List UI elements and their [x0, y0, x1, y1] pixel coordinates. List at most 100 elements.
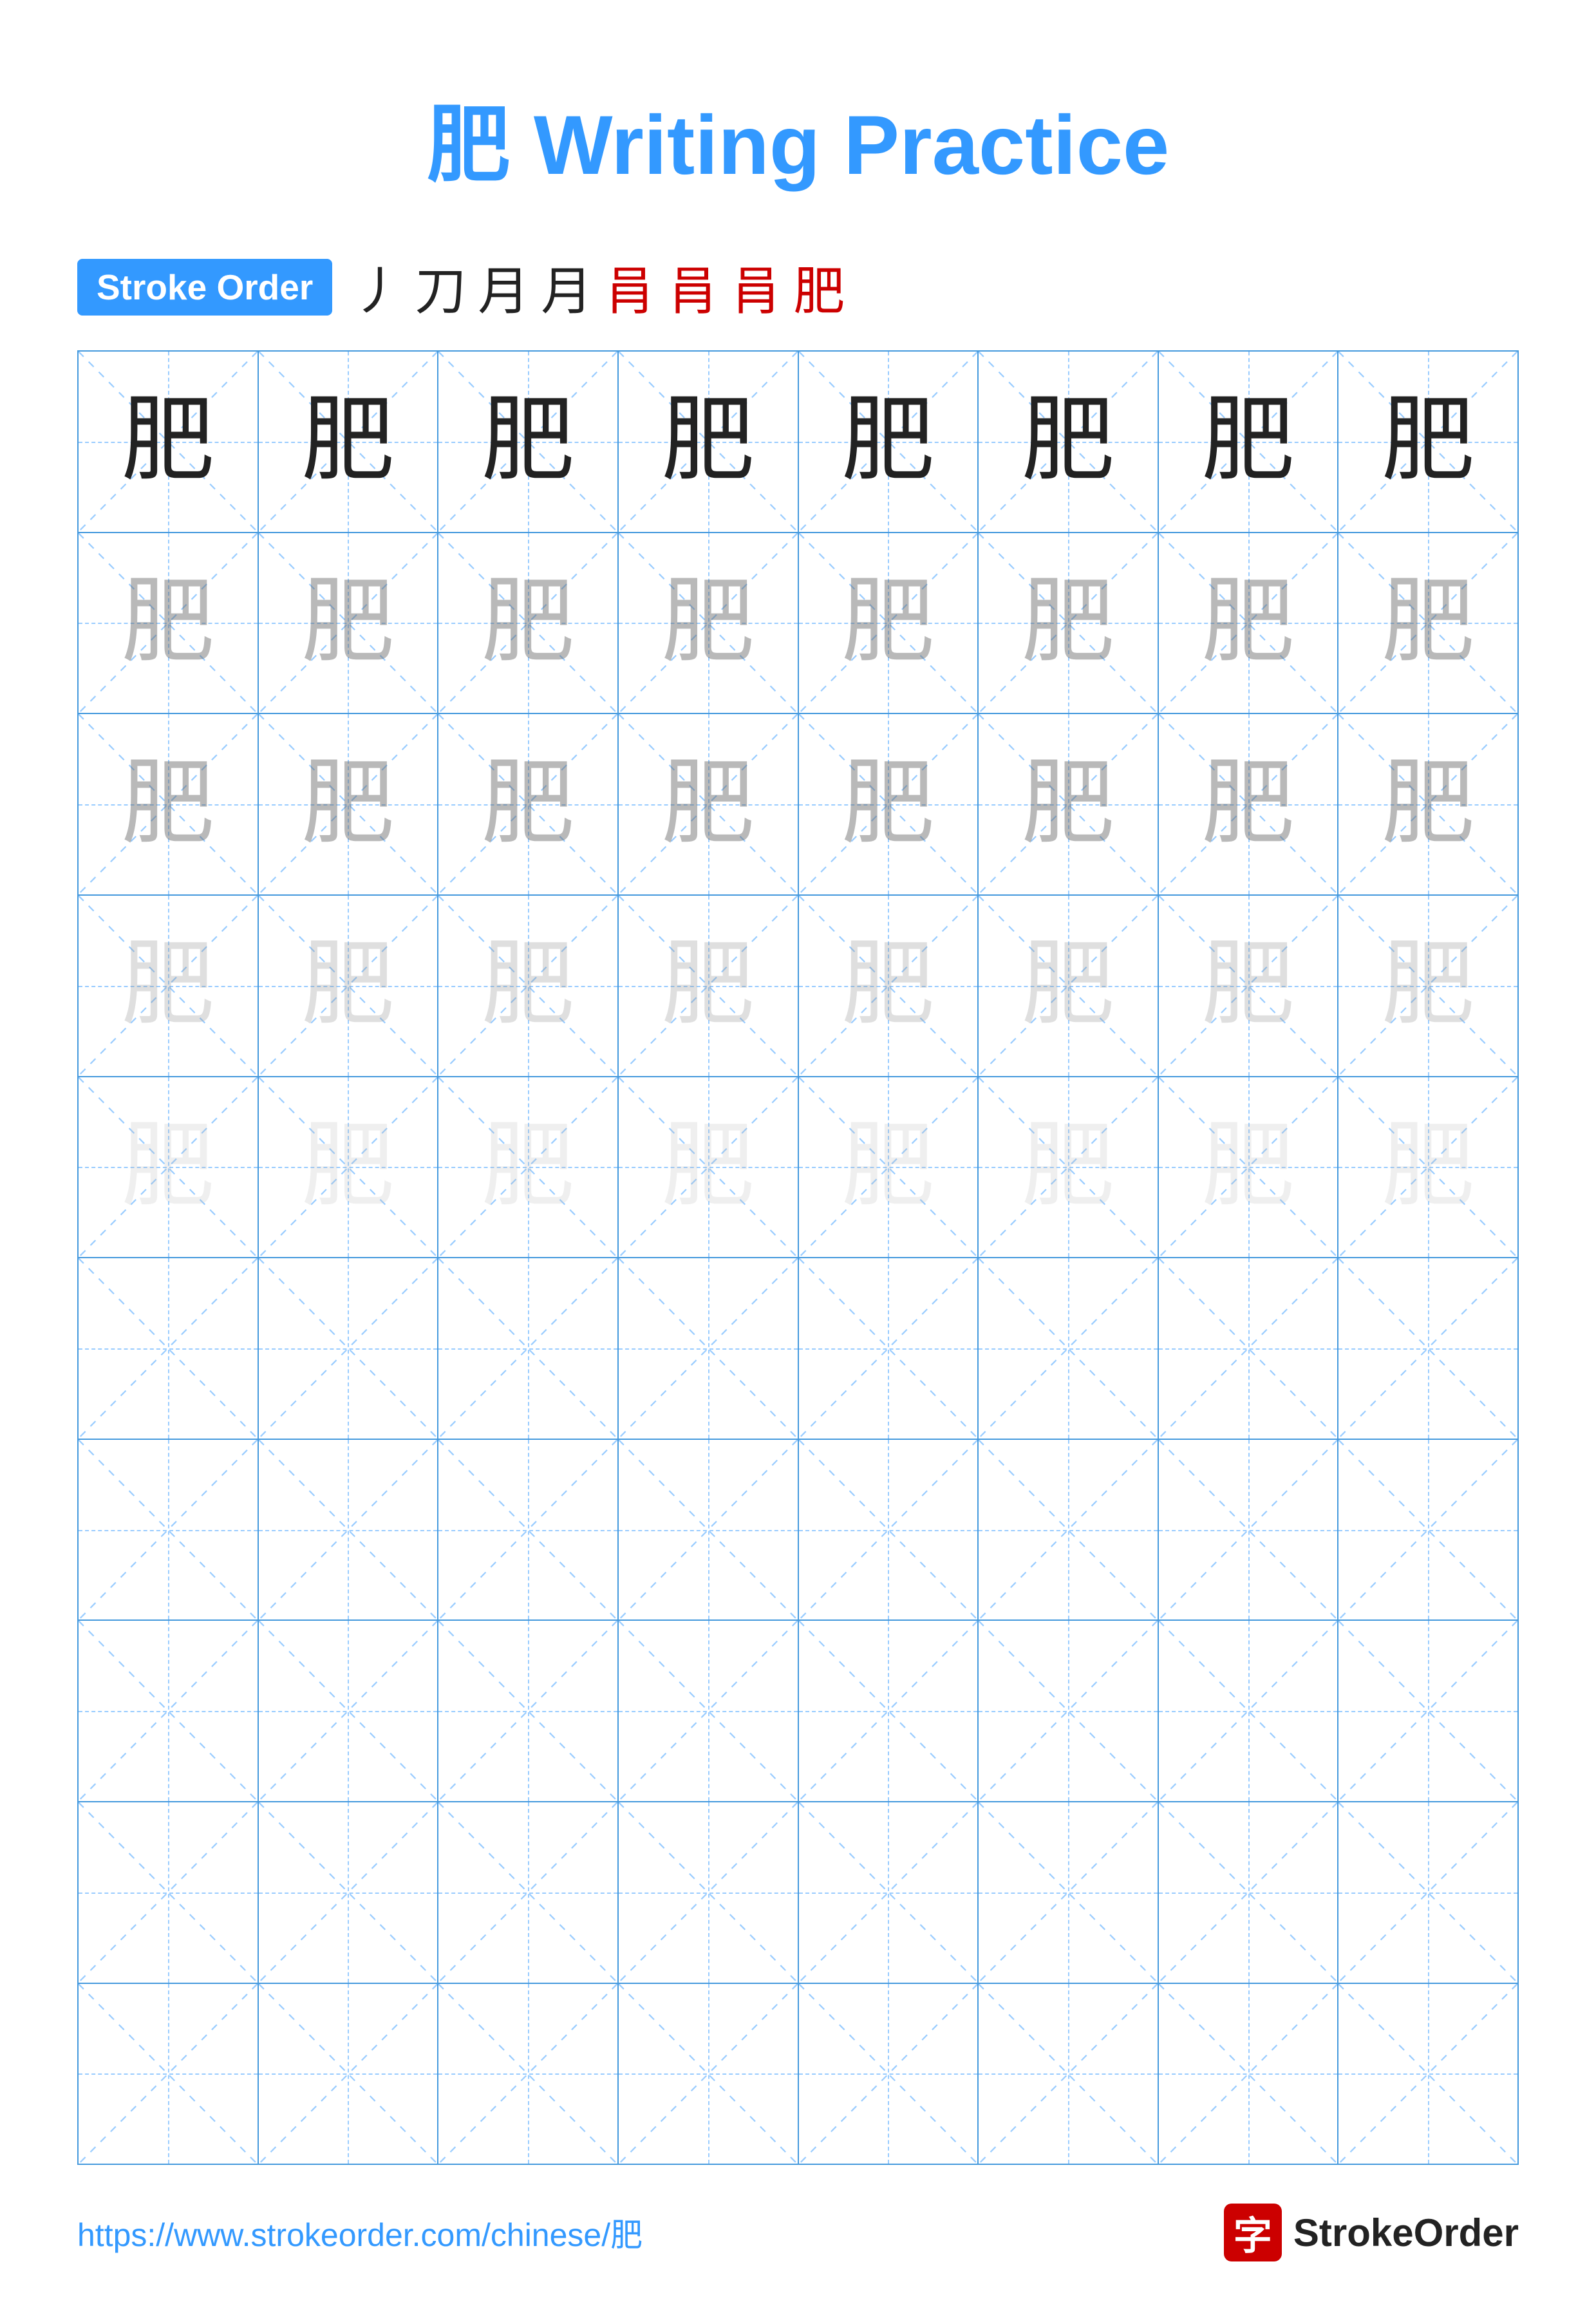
grid-cell[interactable]: 肥 [799, 1077, 979, 1258]
grid-cell[interactable]: 肥 [979, 1077, 1159, 1258]
grid-cell[interactable] [1338, 1440, 1517, 1620]
grid-cell[interactable]: 肥 [1338, 533, 1517, 713]
grid-cell[interactable]: 肥 [1338, 896, 1517, 1076]
grid-cell[interactable]: 肥 [1159, 352, 1339, 532]
grid-cell[interactable] [979, 1258, 1159, 1439]
grid-cell[interactable] [1338, 1802, 1517, 1983]
grid-row[interactable] [79, 1802, 1517, 1984]
grid-cell[interactable]: 肥 [438, 714, 619, 894]
grid-cell[interactable]: 肥 [79, 714, 259, 894]
grid-cell[interactable] [259, 1440, 439, 1620]
grid-row[interactable] [79, 1621, 1517, 1802]
grid-row[interactable] [79, 1440, 1517, 1621]
grid-cell[interactable]: 肥 [979, 533, 1159, 713]
grid-cell[interactable]: 肥 [619, 896, 799, 1076]
grid-cell[interactable]: 肥 [619, 714, 799, 894]
grid-cell[interactable]: 肥 [438, 352, 619, 532]
grid-cell[interactable]: 肥 [259, 352, 439, 532]
grid-cell[interactable]: 肥 [619, 1077, 799, 1258]
grid-cell[interactable] [259, 1802, 439, 1983]
grid-cell[interactable]: 肥 [799, 352, 979, 532]
grid-cell[interactable] [979, 1802, 1159, 1983]
grid-cell[interactable]: 肥 [79, 1077, 259, 1258]
grid-cell[interactable]: 肥 [259, 1077, 439, 1258]
grid-cell[interactable] [1159, 1258, 1339, 1439]
grid-cell[interactable]: 肥 [79, 352, 259, 532]
grid-cell[interactable]: 肥 [799, 533, 979, 713]
grid-cell[interactable]: 肥 [1159, 533, 1339, 713]
grid-cell[interactable] [979, 1984, 1159, 2164]
practice-char: 肥 [482, 576, 575, 670]
grid-cell[interactable] [979, 1621, 1159, 1801]
grid-cell[interactable] [619, 1440, 799, 1620]
practice-char: 肥 [1382, 758, 1475, 851]
grid-cell[interactable] [1159, 1621, 1339, 1801]
grid-cell[interactable] [799, 1258, 979, 1439]
grid-cell[interactable]: 肥 [1338, 352, 1517, 532]
grid-cell[interactable] [79, 1440, 259, 1620]
grid-cell[interactable] [79, 1802, 259, 1983]
grid-cell[interactable] [799, 1440, 979, 1620]
grid-cell[interactable] [619, 1802, 799, 1983]
grid-cell[interactable] [438, 1621, 619, 1801]
grid-cell[interactable] [979, 1440, 1159, 1620]
grid-cell[interactable]: 肥 [979, 352, 1159, 532]
grid-cell[interactable]: 肥 [79, 533, 259, 713]
grid-cell[interactable]: 肥 [979, 714, 1159, 894]
grid-row[interactable] [79, 1984, 1517, 2164]
stroke-order-badge: Stroke Order [77, 259, 332, 316]
grid-cell[interactable]: 肥 [79, 896, 259, 1076]
grid-cell[interactable]: 肥 [1338, 714, 1517, 894]
grid-cell[interactable] [1159, 1802, 1339, 1983]
grid-cell[interactable] [1338, 1258, 1517, 1439]
grid-cell[interactable] [79, 1258, 259, 1439]
grid-cell[interactable]: 肥 [1159, 1077, 1339, 1258]
grid-cell[interactable] [438, 1802, 619, 1983]
grid-cell[interactable] [799, 1802, 979, 1983]
grid-cell[interactable] [1159, 1440, 1339, 1620]
practice-grid: 肥 肥 肥 肥 肥 肥 肥 肥 [77, 350, 1519, 2165]
grid-cell[interactable] [259, 1621, 439, 1801]
grid-row[interactable]: 肥 肥 肥 肥 肥 肥 肥 肥 [79, 352, 1517, 533]
grid-cell[interactable] [619, 1621, 799, 1801]
grid-cell[interactable] [799, 1984, 979, 2164]
grid-cell[interactable] [438, 1440, 619, 1620]
grid-cell[interactable]: 肥 [799, 896, 979, 1076]
grid-cell[interactable] [1159, 1984, 1339, 2164]
grid-cell[interactable] [79, 1621, 259, 1801]
grid-cell[interactable]: 肥 [438, 1077, 619, 1258]
grid-cell[interactable] [259, 1984, 439, 2164]
grid-cell[interactable] [1338, 1621, 1517, 1801]
practice-char: 肥 [661, 395, 755, 488]
grid-cell[interactable]: 肥 [1159, 896, 1339, 1076]
grid-cell[interactable]: 肥 [259, 533, 439, 713]
stroke-3: 月 [478, 250, 529, 325]
grid-cell[interactable] [619, 1258, 799, 1439]
grid-row[interactable]: 肥 肥 肥 肥 肥 肥 肥 肥 [79, 533, 1517, 715]
grid-row[interactable]: 肥 肥 肥 肥 肥 肥 肥 肥 [79, 714, 1517, 896]
grid-cell[interactable]: 肥 [438, 533, 619, 713]
grid-cell[interactable] [438, 1258, 619, 1439]
grid-cell[interactable] [438, 1984, 619, 2164]
grid-row[interactable]: 肥 肥 肥 肥 肥 肥 肥 肥 [79, 1077, 1517, 1259]
grid-row[interactable]: 肥 肥 肥 肥 肥 肥 肥 肥 [79, 896, 1517, 1077]
grid-cell[interactable]: 肥 [259, 896, 439, 1076]
grid-row[interactable] [79, 1258, 1517, 1440]
grid-cell[interactable]: 肥 [619, 352, 799, 532]
grid-cell[interactable]: 肥 [619, 533, 799, 713]
grid-cell[interactable] [1338, 1984, 1517, 2164]
grid-cell[interactable] [799, 1621, 979, 1801]
grid-cell[interactable]: 肥 [1159, 714, 1339, 894]
grid-cell[interactable] [259, 1258, 439, 1439]
grid-cell[interactable]: 肥 [438, 896, 619, 1076]
grid-cell[interactable]: 肥 [799, 714, 979, 894]
grid-cell[interactable]: 肥 [1338, 1077, 1517, 1258]
stroke-5: 肙 [604, 250, 655, 325]
practice-char: 肥 [1382, 939, 1475, 1032]
grid-cell[interactable] [619, 1984, 799, 2164]
grid-cell[interactable]: 肥 [979, 896, 1159, 1076]
practice-char: 肥 [1021, 939, 1114, 1032]
grid-cell[interactable] [79, 1984, 259, 2164]
practice-char: 肥 [1201, 576, 1295, 670]
grid-cell[interactable]: 肥 [259, 714, 439, 894]
